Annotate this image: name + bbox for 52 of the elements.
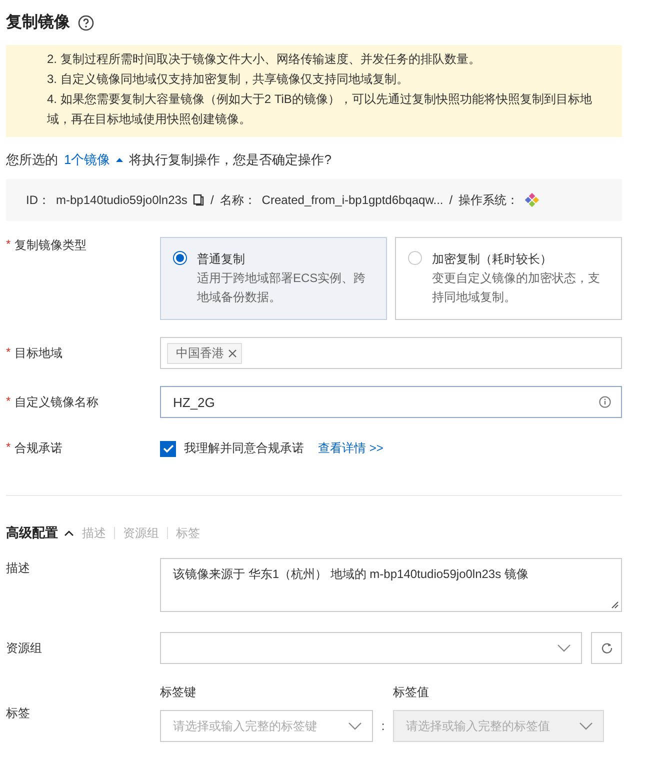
resize-handle-icon[interactable] [611,601,619,609]
help-icon[interactable] [78,14,94,30]
close-icon[interactable] [228,348,237,358]
notice-text: 3. 自定义镜像同地域仅支持加密复制，共享镜像仅支持同地域复制。 [47,71,410,88]
option-description: 适用于跨地域部署ECS实例、跨地域备份数据。 [197,270,367,306]
checkbox[interactable] [160,440,176,456]
tag-key-label: 标签键 [160,684,197,701]
copy-type-option[interactable]: 加密复制（耗时较长） 变更自定义镜像的加密状态，支持同地域复制。 [395,237,622,320]
separator: / [449,193,453,207]
tag-value-label: 标签值 [393,684,430,701]
region-select[interactable]: 中国香港 [160,337,622,369]
option-description: 变更自定义镜像的加密状态，支持同地域复制。 [432,270,601,306]
field-label: * 合规承诺 [6,440,64,457]
image-id: m-bp140tudio59jo0ln23s [56,193,188,207]
info-icon [599,396,611,408]
description-textarea[interactable]: 该镜像来源于 华东1（杭州） 地域的 m-bp140tudio59jo0ln23s 镜像 [160,558,622,612]
option-title: 加密复制（耗时较长） [432,251,553,268]
name-label: 名称： [220,192,256,208]
chevron-down-icon [579,722,593,730]
chevron-up-icon[interactable] [64,530,74,536]
field-label: 资源组 [6,640,43,656]
colon-separator: : [380,719,386,733]
page-title: 复制镜像 [6,12,70,33]
refresh-icon [600,642,612,654]
refresh-button[interactable] [591,632,622,664]
os-logo-icon [524,193,539,207]
selection-text: 您所选的 [6,151,58,169]
chevron-down-icon [348,722,362,730]
selection-text: 将执行复制操作，您是否确定操作? [129,151,332,169]
region-tag: 中国香港 [167,342,242,364]
details-link[interactable]: 查看详情 >> [318,440,384,457]
id-label: ID： [26,192,50,208]
copy-type-option[interactable]: 普通复制 适用于跨地域部署ECS实例、跨地域备份数据。 [160,237,387,320]
field-label: 标签 [6,704,31,722]
chevron-down-icon [557,644,571,652]
advanced-settings-toggle[interactable]: 高级配置 [6,524,74,542]
field-label: * 目标地域 [6,344,64,362]
option-title: 普通复制 [197,251,246,268]
notice-text: 4. 如果您需要复制大容量镜像（例如大于2 TiB的镜像），可以先通过复制快照功能将快照复制到目标地域，再在目标地域使用快照创建镜像。 [47,91,593,128]
checkbox-label: 我理解并同意合规承诺 [184,440,304,457]
caret-icon[interactable] [116,158,124,162]
notice-text: 2. 复制过程所需时间取决于镜像文件大小、网络传输速度、并发任务的排队数量。 [47,51,482,68]
image-name-input[interactable]: HZ_2G [160,386,622,418]
field-label: * 自定义镜像名称 [6,394,100,410]
os-label: 操作系统： [458,192,519,208]
image-name: Created_from_i-bp1gptd6bqaqw... [262,193,444,207]
copy-icon[interactable] [193,194,204,206]
image-count-link[interactable]: 1个镜像 [64,151,110,169]
field-label: * 复制镜像类型 [6,237,88,254]
separator: / [210,193,214,207]
field-label: 描述 [6,560,31,577]
radio-button[interactable] [173,251,187,265]
